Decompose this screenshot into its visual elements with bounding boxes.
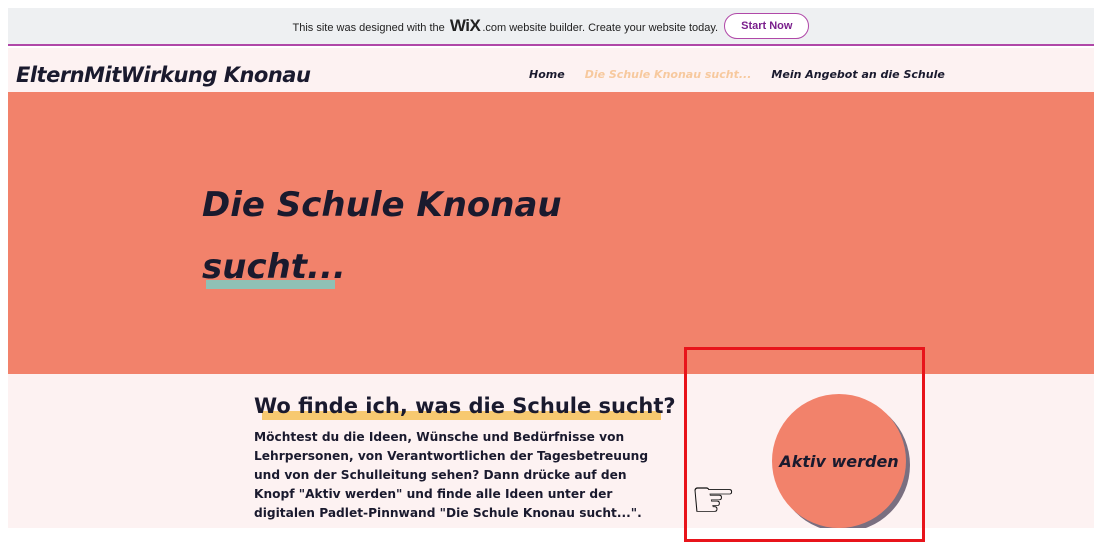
content-section: Wo finde ich, was die Schule sucht? Möch… [8, 374, 1094, 528]
start-now-button[interactable]: Start Now [724, 13, 810, 39]
pointing-hand-icon: ☞ [690, 470, 737, 528]
wix-banner-text-after: .com website builder. Create your websit… [482, 22, 719, 34]
hero-title-underline [206, 280, 335, 289]
hero-section: Die Schule Knonau sucht... [8, 92, 1094, 374]
wix-banner: This site was designed with the WiX .com … [8, 8, 1094, 46]
section-body-text: Möchtest du die Ideen, Wünsche und Bedür… [254, 430, 649, 520]
section-title: Wo finde ich, was die Schule sucht? [254, 394, 676, 418]
nav-item-die-schule-knonau-sucht[interactable]: Die Schule Knonau sucht... [585, 68, 752, 81]
main-nav: Home Die Schule Knonau sucht... Mein Ang… [529, 68, 945, 81]
nav-item-home[interactable]: Home [529, 68, 565, 81]
aktiv-werden-button[interactable]: Aktiv werden [772, 394, 906, 528]
page-frame: This site was designed with the WiX .com … [8, 8, 1094, 528]
wix-banner-text: This site was designed with the WiX .com … [293, 16, 719, 36]
site-header: ElternMitWirkung Knonau Home Die Schule … [8, 48, 1094, 92]
nav-item-mein-angebot[interactable]: Mein Angebot an die Schule [771, 68, 944, 81]
wix-banner-text-before: This site was designed with the [292, 22, 445, 34]
wix-logo: WiX [449, 16, 481, 35]
site-title[interactable]: ElternMitWirkung Knonau [16, 63, 311, 87]
aktiv-werden-label: Aktiv werden [779, 451, 899, 471]
